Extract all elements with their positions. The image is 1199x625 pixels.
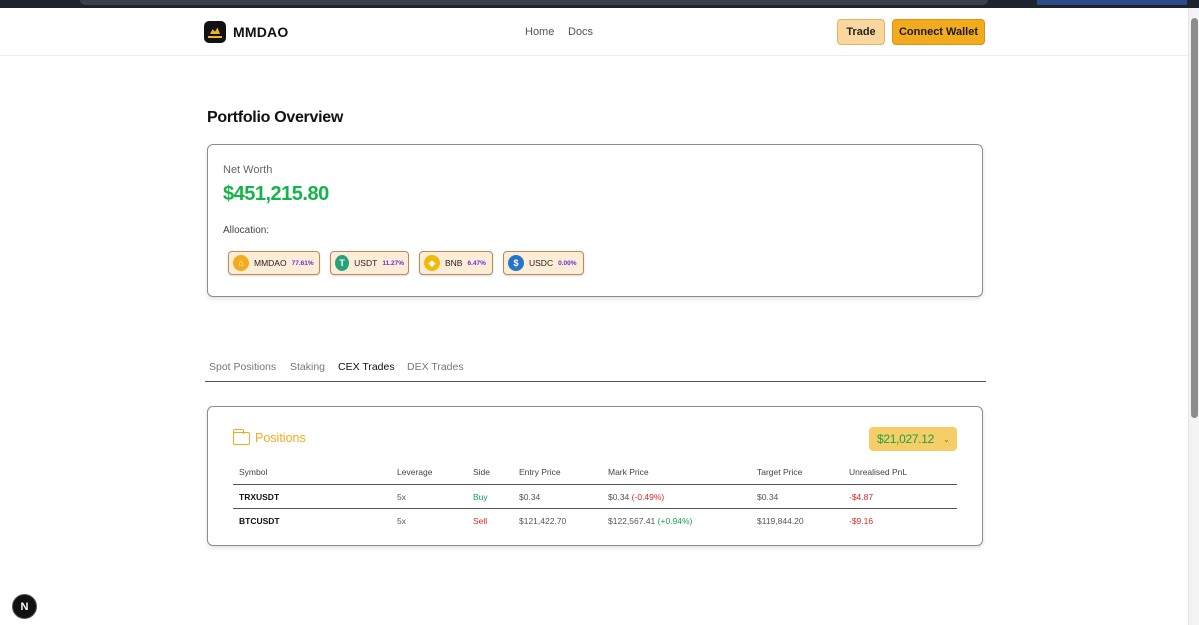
- table-row[interactable]: BTCUSDT 5x Sell $121,422.70 $122,567.41 …: [233, 509, 957, 533]
- unrealised-pnl-cell: -$4.87: [849, 492, 874, 502]
- allocation-percent: 6.47%: [467, 259, 486, 267]
- column-header: Entry Price: [519, 467, 561, 477]
- mark-price-change: (+0.94%): [657, 516, 693, 526]
- column-header: Target Price: [757, 467, 803, 477]
- usdc-coin-icon: $: [508, 255, 524, 271]
- tab-staking[interactable]: Staking: [290, 361, 325, 373]
- net-worth-label: Net Worth: [223, 164, 273, 176]
- allocation-percent: 0.00%: [558, 259, 577, 267]
- column-header: Leverage: [397, 467, 433, 477]
- portfolio-tabs: Spot Positions Staking CEX Trades DEX Tr…: [205, 360, 986, 382]
- allocation-symbol: USDT: [354, 258, 378, 268]
- trade-button[interactable]: Trade: [837, 19, 885, 45]
- mark-price-change: (-0.49%): [631, 492, 665, 502]
- allocation-symbol: BNB: [445, 258, 463, 268]
- side-cell: Buy: [473, 492, 488, 502]
- nav-docs-link[interactable]: Docs: [568, 26, 593, 38]
- allocation-chip-mmdao[interactable]: ⌂ MMDAO 77.61%: [228, 251, 320, 275]
- leverage-cell: 5x: [397, 516, 406, 526]
- positions-title: Positions: [255, 431, 306, 445]
- column-header: Mark Price: [608, 467, 649, 477]
- unrealised-pnl-cell: -$9.16: [849, 516, 874, 526]
- leverage-cell: 5x: [397, 492, 406, 502]
- positions-card: Positions $21,027.12 ⌄ Symbol Leverage S…: [207, 406, 983, 546]
- allocation-label: Allocation:: [223, 225, 270, 236]
- allocation-chip-usdt[interactable]: T USDT 11.27%: [330, 251, 409, 275]
- table-row[interactable]: TRXUSDT 5x Buy $0.34 $0.34 (-0.49%) $0.3…: [233, 485, 957, 509]
- page-title: Portfolio Overview: [207, 109, 343, 126]
- usdt-coin-icon: T: [335, 255, 350, 271]
- browser-tab-accent: [1037, 0, 1187, 5]
- table-header-row: Symbol Leverage Side Entry Price Mark Pr…: [233, 463, 957, 485]
- positions-header: Positions: [233, 428, 306, 445]
- dev-tools-badge[interactable]: N: [12, 594, 37, 619]
- nav-home-link[interactable]: Home: [525, 26, 554, 38]
- allocation-symbol: MMDAO: [254, 258, 287, 268]
- mark-price-cell: $122,567.41 (+0.94%): [608, 516, 692, 526]
- tab-spot-positions[interactable]: Spot Positions: [209, 361, 276, 373]
- entry-price-cell: $121,422.70: [519, 516, 567, 526]
- column-header: Unrealised PnL: [849, 467, 908, 477]
- brand-name[interactable]: MMDAO: [233, 24, 288, 40]
- symbol-cell: TRXUSDT: [239, 492, 280, 502]
- scrollbar-thumb[interactable]: [1191, 18, 1198, 418]
- bnb-coin-icon: ◆: [424, 255, 440, 271]
- side-cell: Sell: [473, 516, 488, 526]
- allocation-percent: 11.27%: [382, 259, 404, 267]
- connect-wallet-button[interactable]: Connect Wallet: [892, 19, 985, 45]
- mark-price-value: $0.34: [608, 492, 630, 502]
- entry-price-cell: $0.34: [519, 492, 541, 502]
- wallet-icon: [233, 428, 250, 445]
- target-price-cell: $0.34: [757, 492, 779, 502]
- tab-dex-trades[interactable]: DEX Trades: [407, 361, 464, 373]
- target-price-cell: $119,844.20: [757, 516, 804, 526]
- allocation-percent: 77.61%: [291, 259, 314, 267]
- site-header: MMDAO Home Docs Trade Connect Wallet: [0, 8, 1188, 56]
- allocation-chip-bnb[interactable]: ◆ BNB 6.47%: [419, 251, 493, 275]
- mark-price-cell: $0.34 (-0.49%): [608, 492, 664, 502]
- net-worth-value: $451,215.80: [223, 183, 329, 205]
- mark-price-value: $122,567.41: [608, 516, 656, 526]
- balance-value: $21,027.12: [877, 432, 935, 446]
- chevron-down-icon: ⌄: [943, 434, 950, 444]
- balance-dropdown[interactable]: $21,027.12 ⌄: [869, 427, 957, 451]
- allocation-chip-usdc[interactable]: $ USDC 0.00%: [503, 251, 584, 275]
- tab-cex-trades[interactable]: CEX Trades: [338, 361, 395, 373]
- allocation-symbol: USDC: [529, 258, 554, 268]
- mmdao-logo-icon[interactable]: [204, 21, 226, 43]
- positions-table: Symbol Leverage Side Entry Price Mark Pr…: [233, 463, 957, 533]
- page-scrollbar[interactable]: [1188, 8, 1199, 625]
- column-header: Symbol: [239, 467, 268, 477]
- mmdao-coin-icon: ⌂: [233, 255, 249, 271]
- column-header: Side: [473, 467, 491, 477]
- browser-address-bar: [80, 0, 988, 5]
- browser-top-bar: [0, 0, 1199, 8]
- net-worth-card: Net Worth $451,215.80 Allocation: ⌂ MMDA…: [207, 144, 983, 297]
- symbol-cell: BTCUSDT: [239, 516, 280, 526]
